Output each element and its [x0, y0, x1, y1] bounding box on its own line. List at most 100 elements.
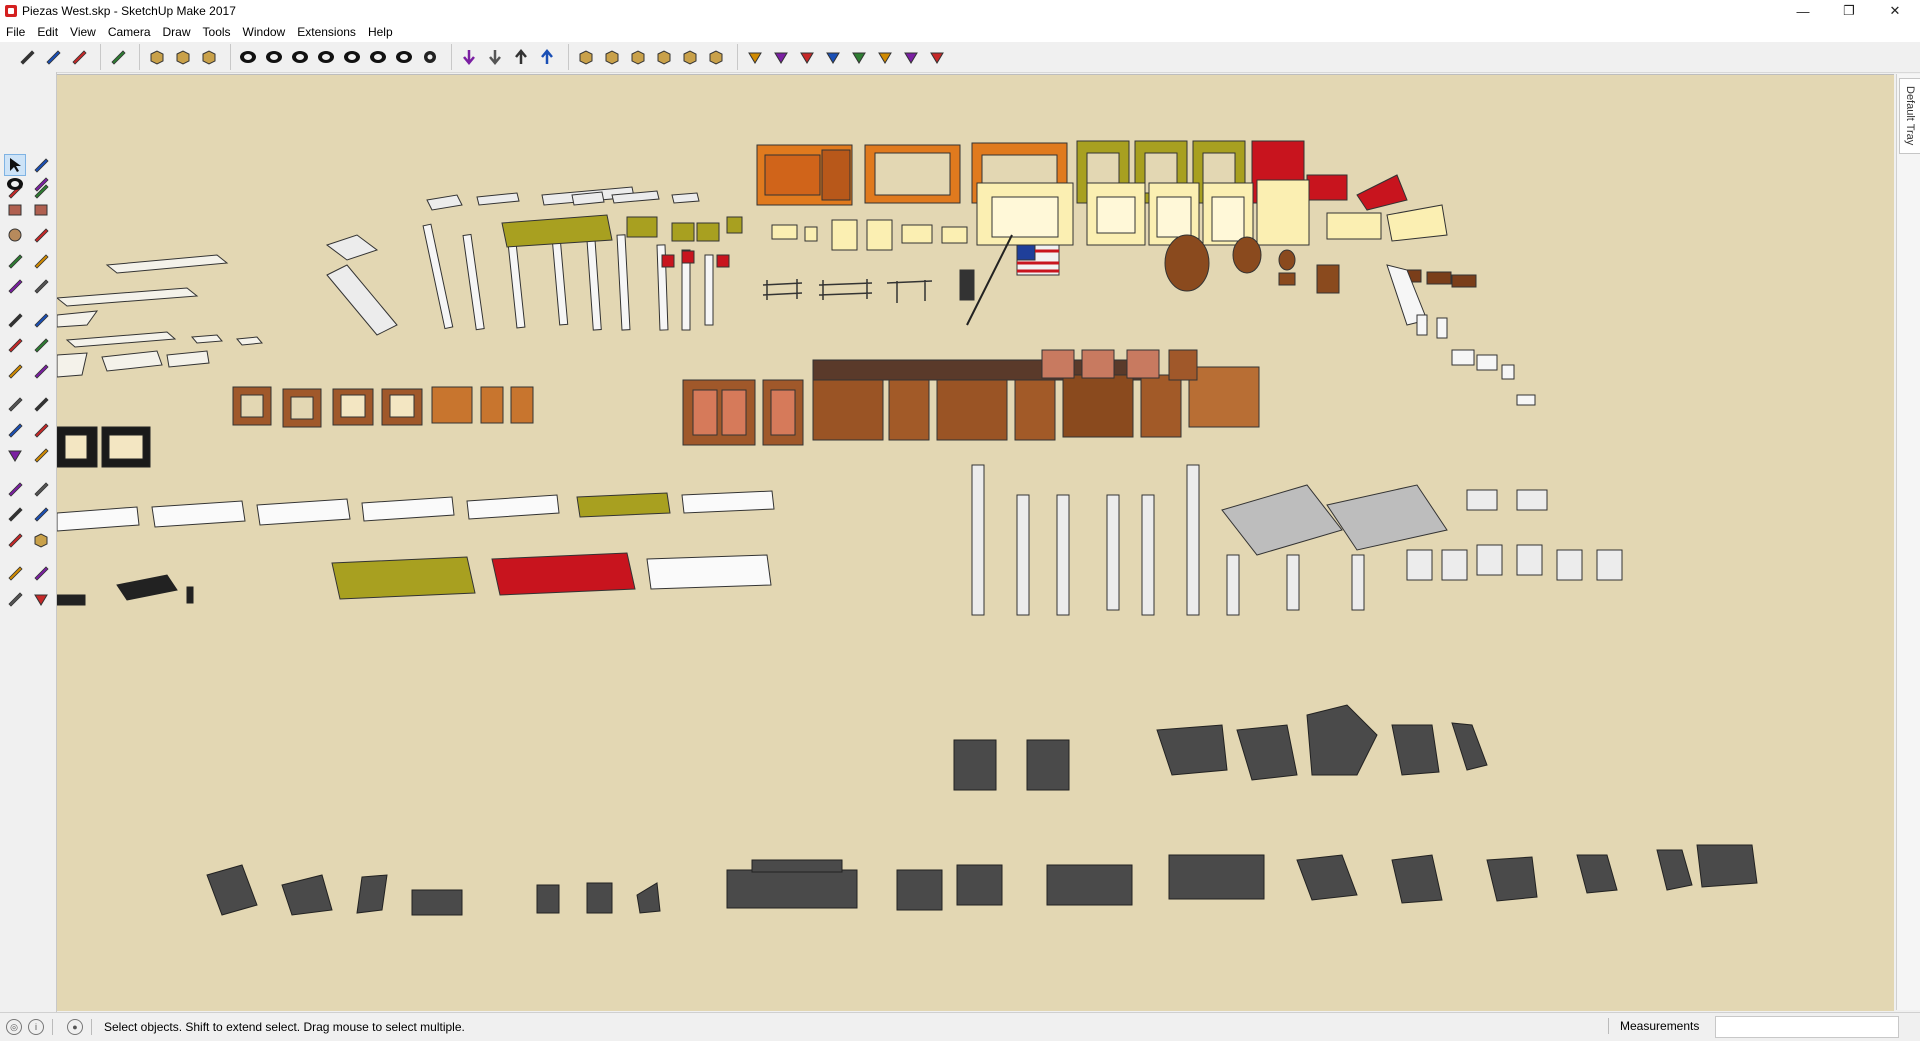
- default-tray-tab[interactable]: Default Tray: [1899, 78, 1920, 154]
- previous-view-tool[interactable]: [30, 529, 52, 551]
- arc-2pt-tool[interactable]: [30, 275, 52, 297]
- protractor-tool[interactable]: [4, 419, 26, 441]
- front-view-button[interactable]: [626, 45, 650, 69]
- menu-view[interactable]: View: [64, 22, 102, 42]
- section-v-button[interactable]: [847, 45, 871, 69]
- scale-tool[interactable]: [4, 360, 26, 382]
- follow-me-tool[interactable]: [30, 334, 52, 356]
- section-r-button[interactable]: [821, 45, 845, 69]
- flag-lamp: [959, 234, 1060, 326]
- section-n-button[interactable]: [873, 45, 897, 69]
- zoom-window-tool[interactable]: [30, 503, 52, 525]
- backface-button[interactable]: [262, 45, 286, 69]
- close-button[interactable]: ✕: [1872, 0, 1918, 22]
- menu-draw[interactable]: Draw: [157, 22, 197, 42]
- arc-tool[interactable]: [4, 250, 26, 272]
- arrow-up-top-button[interactable]: [535, 45, 559, 69]
- menu-camera[interactable]: Camera: [102, 22, 157, 42]
- restore-button[interactable]: ❐: [1826, 0, 1872, 22]
- polygon-tool[interactable]: [30, 224, 52, 246]
- shaded-button[interactable]: [340, 45, 364, 69]
- walk-tool[interactable]: [4, 562, 26, 584]
- push-pull-tool[interactable]: [30, 309, 52, 331]
- box-open-button[interactable]: [145, 45, 169, 69]
- text-tool[interactable]: [30, 419, 52, 441]
- axes-button[interactable]: [743, 45, 767, 69]
- section-o-button[interactable]: [899, 45, 923, 69]
- section-plane-tool[interactable]: [30, 588, 52, 610]
- credits-icon[interactable]: i: [28, 1019, 44, 1035]
- title-bar: Piezas West.skp - SketchUp Make 2017: [0, 0, 1920, 22]
- follow-me-icon: [34, 338, 49, 353]
- circle-tool[interactable]: [4, 224, 26, 246]
- arrow-down-2-button[interactable]: [483, 45, 507, 69]
- instructor-icon: [46, 50, 61, 65]
- pie-tool[interactable]: [30, 250, 52, 272]
- section-e-button[interactable]: [769, 45, 793, 69]
- offset-tool[interactable]: [30, 360, 52, 382]
- model-viewport[interactable]: [57, 74, 1894, 1011]
- box-open-icon: [150, 50, 164, 65]
- arc-icon: [8, 253, 23, 269]
- tape-measure-tool[interactable]: [4, 393, 26, 415]
- left-view-button[interactable]: [704, 45, 728, 69]
- rotate-tool[interactable]: [4, 334, 26, 356]
- monochrome-button[interactable]: [392, 45, 416, 69]
- pan-tool[interactable]: [30, 478, 52, 500]
- dimension-tool[interactable]: [30, 393, 52, 415]
- right-view-button[interactable]: [652, 45, 676, 69]
- section-w-button[interactable]: [795, 45, 819, 69]
- geo-location-icon[interactable]: ◎: [6, 1019, 22, 1035]
- minimize-button[interactable]: —: [1780, 0, 1826, 22]
- pencil-line-icon: [7, 178, 23, 190]
- model-scene[interactable]: [57, 75, 1894, 1011]
- measurements-input[interactable]: [1715, 1016, 1899, 1038]
- menu-bar: File Edit View Camera Draw Tools Window …: [0, 22, 1920, 42]
- back-view-button[interactable]: [678, 45, 702, 69]
- position-camera-icon: [8, 591, 23, 607]
- menu-extensions[interactable]: Extensions: [291, 22, 362, 42]
- orbit-tool[interactable]: [4, 478, 26, 500]
- user-account-icon[interactable]: ●: [67, 1019, 83, 1035]
- shaded-texture-icon: [370, 51, 386, 63]
- arc-3pt-tool[interactable]: [4, 275, 26, 297]
- shield-button[interactable]: [15, 45, 39, 69]
- wireframe-button[interactable]: [288, 45, 312, 69]
- box-model-button[interactable]: [197, 45, 221, 69]
- menu-window[interactable]: Window: [237, 22, 292, 42]
- box-3d-button[interactable]: [171, 45, 195, 69]
- instructor-button[interactable]: [41, 45, 65, 69]
- top-view-button[interactable]: [600, 45, 624, 69]
- freehand-tool[interactable]: [30, 173, 52, 195]
- 3d-text-tool[interactable]: [30, 444, 52, 466]
- recycle-button[interactable]: [67, 45, 91, 69]
- look-around-tool[interactable]: [30, 562, 52, 584]
- arrow-down-button[interactable]: [457, 45, 481, 69]
- move-tool[interactable]: [4, 309, 26, 331]
- menu-edit[interactable]: Edit: [31, 22, 64, 42]
- cream-small-pieces: [771, 219, 968, 251]
- menu-file[interactable]: File: [0, 22, 31, 42]
- settings-gear-button[interactable]: [418, 45, 442, 69]
- xray-button[interactable]: [236, 45, 260, 69]
- rectangle-tool[interactable]: [4, 199, 26, 221]
- shaded-texture-button[interactable]: [366, 45, 390, 69]
- pencil-line-tool[interactable]: [4, 173, 26, 195]
- zoom-icon: [8, 507, 23, 522]
- recycle-icon: [72, 50, 87, 65]
- zoom-tool[interactable]: [4, 503, 26, 525]
- section-f-button[interactable]: [925, 45, 949, 69]
- axes-tool-tool[interactable]: [4, 444, 26, 466]
- zoom-extents-tool[interactable]: [4, 529, 26, 551]
- arrow-up-button[interactable]: [509, 45, 533, 69]
- rotated-rect-tool[interactable]: [30, 199, 52, 221]
- menu-help[interactable]: Help: [362, 22, 399, 42]
- toolbar-group-3: [230, 44, 447, 70]
- hidden-line-button[interactable]: [314, 45, 338, 69]
- target-button[interactable]: [106, 45, 130, 69]
- menu-tools[interactable]: Tools: [197, 22, 237, 42]
- iso-view-button[interactable]: [574, 45, 598, 69]
- position-camera-tool[interactable]: [4, 588, 26, 610]
- move-icon: [8, 312, 23, 328]
- status-message: Select objects. Shift to extend select. …: [104, 1020, 465, 1034]
